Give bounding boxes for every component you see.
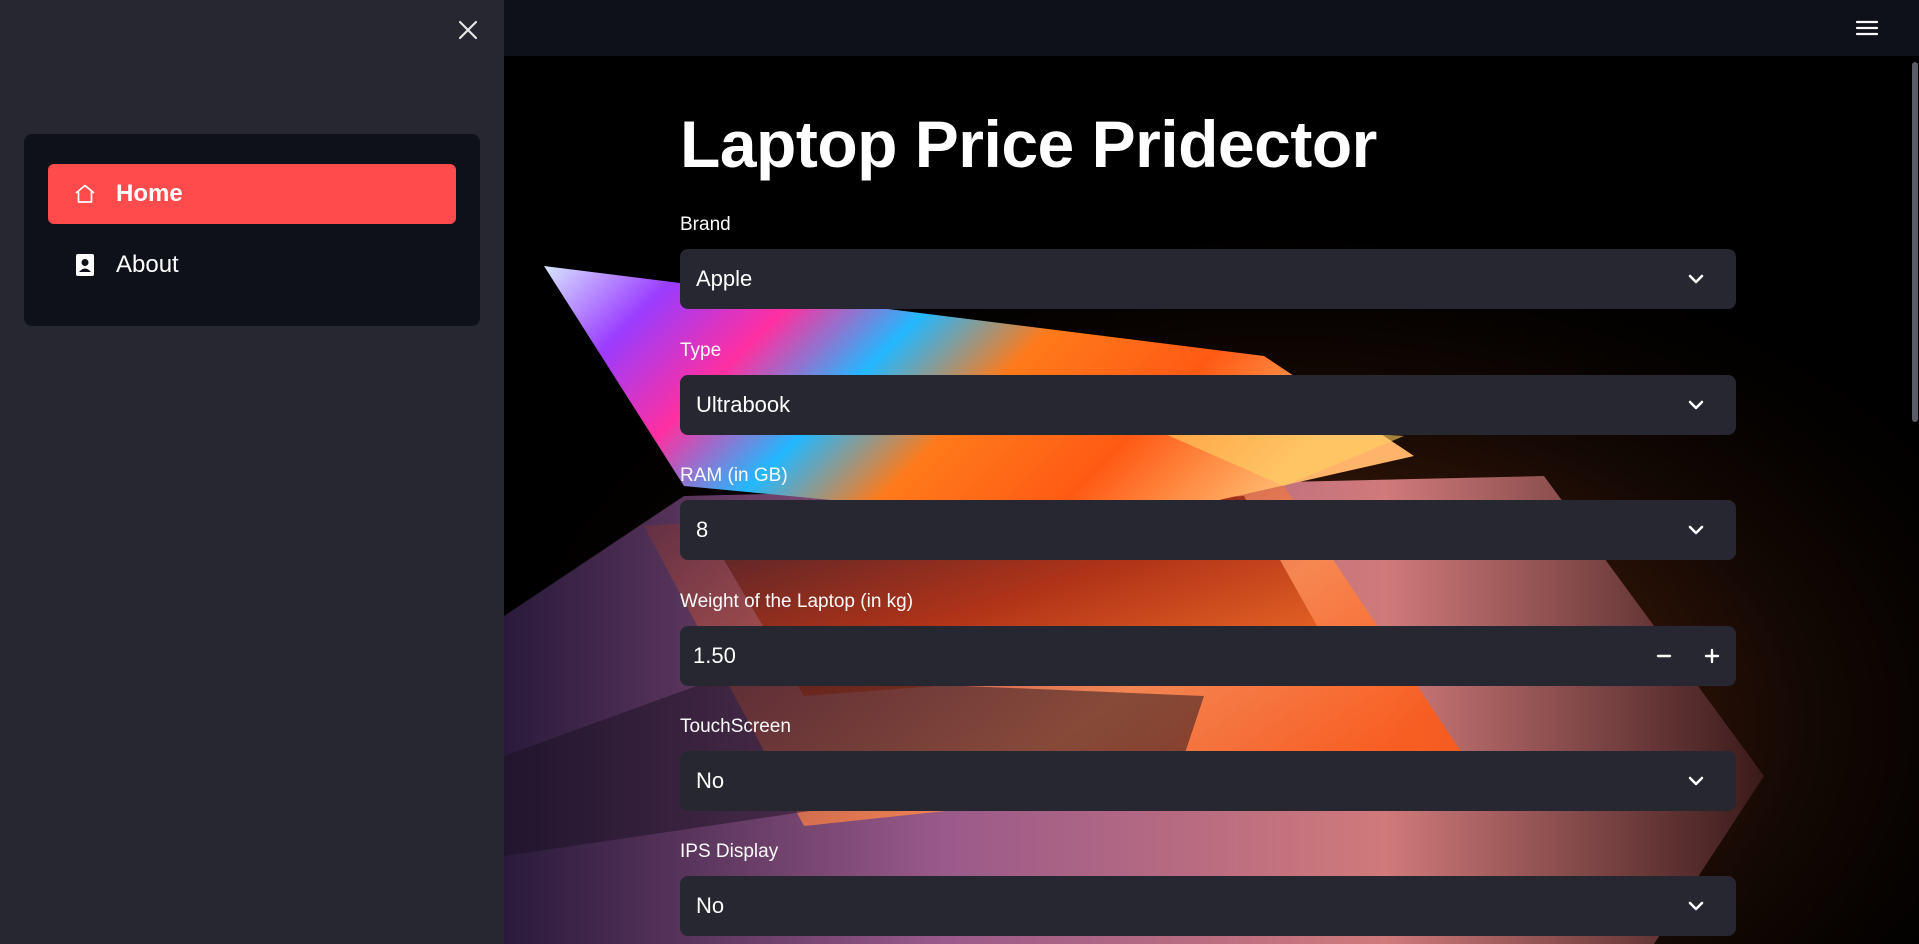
nav-item-home[interactable]: Home	[48, 164, 456, 224]
hamburger-menu-icon	[1855, 20, 1879, 36]
nav-item-label: Home	[116, 180, 183, 207]
ips-display-label: IPS Display	[680, 841, 779, 862]
scrollbar-thumb[interactable]	[1912, 62, 1918, 422]
brand-label: Brand	[680, 214, 731, 235]
nav-item-about[interactable]: About	[48, 235, 456, 295]
plus-icon	[1704, 648, 1720, 664]
main-menu-button[interactable]	[1851, 12, 1883, 44]
weight-number-input: 1.50	[680, 626, 1736, 686]
decrement-button[interactable]	[1640, 626, 1688, 686]
ram-selected-value: 8	[696, 517, 709, 542]
scrollbar[interactable]	[1911, 56, 1919, 944]
brand-selected-value: Apple	[696, 266, 753, 291]
home-icon	[72, 181, 98, 207]
touchscreen-selected-value: No	[696, 768, 725, 793]
ram-label: RAM (in GB)	[680, 465, 788, 486]
chevron-down-icon	[1688, 400, 1704, 410]
weight-input-field[interactable]: 1.50	[680, 643, 1640, 669]
ips-display-select[interactable]: No	[680, 876, 1736, 936]
main-content: Laptop Price Pridector Brand Apple Type …	[504, 56, 1919, 944]
chevron-down-icon	[1688, 525, 1704, 535]
weight-label: Weight of the Laptop (in kg)	[680, 591, 914, 612]
type-select[interactable]: Ultrabook	[680, 375, 1736, 435]
nav-menu: Home About	[24, 134, 480, 326]
minus-icon	[1656, 654, 1672, 658]
chevron-down-icon	[1688, 901, 1704, 911]
touchscreen-select[interactable]: No	[680, 751, 1736, 811]
top-header	[504, 0, 1919, 56]
type-selected-value: Ultrabook	[696, 392, 791, 417]
brand-select[interactable]: Apple	[680, 249, 1736, 309]
touchscreen-label: TouchScreen	[680, 716, 791, 737]
chevron-down-icon	[1688, 274, 1704, 284]
page-title: Laptop Price Pridector	[680, 107, 1377, 181]
sidebar: Home About	[0, 0, 504, 944]
ips-display-selected-value: No	[696, 893, 725, 918]
contact-card-icon	[72, 252, 98, 278]
nav-item-label: About	[116, 251, 179, 278]
ram-select[interactable]: 8	[680, 500, 1736, 560]
chevron-down-icon	[1688, 776, 1704, 786]
close-icon	[458, 20, 478, 40]
type-label: Type	[680, 340, 722, 361]
increment-button[interactable]	[1688, 626, 1736, 686]
close-sidebar-button[interactable]	[452, 14, 484, 46]
